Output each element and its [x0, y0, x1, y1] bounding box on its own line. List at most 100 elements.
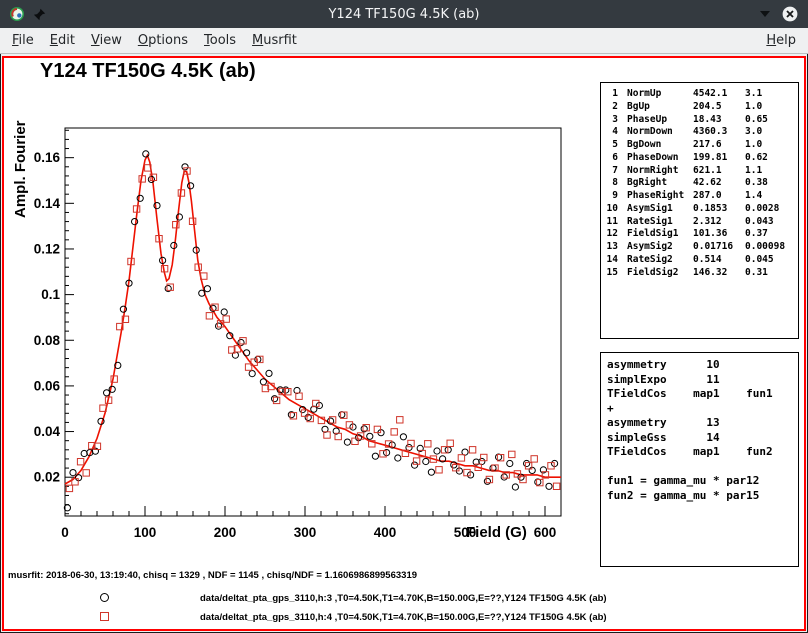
param-value: 4542.1 — [693, 88, 745, 101]
data-point-circle — [367, 433, 373, 439]
param-name: PhaseUp — [627, 114, 693, 127]
data-point-square — [206, 313, 212, 319]
menu-tools[interactable]: Tools — [196, 30, 244, 51]
legend-label: data/deltat_pta_gps_3110,h:3 ,T0=4.50K,T… — [200, 593, 607, 604]
theory-line: TFieldCos map1 fun2 — [607, 445, 792, 460]
param-name: AsymSig1 — [627, 203, 693, 216]
theory-line: asymmetry 10 — [607, 358, 792, 373]
param-no: 10 — [605, 203, 618, 216]
data-point-circle — [400, 434, 406, 440]
pin-icon[interactable] — [33, 8, 46, 21]
data-point-circle — [512, 484, 518, 490]
param-name: PhaseDown — [627, 152, 693, 165]
param-no: 1 — [605, 88, 618, 101]
data-point-circle — [546, 483, 552, 489]
data-point-circle — [238, 339, 244, 345]
data-point-square — [380, 451, 386, 457]
param-value: 0.1853 — [693, 203, 745, 216]
parameter-row: 14RateSig20.5140.045 — [605, 254, 794, 267]
param-value: 2.312 — [693, 216, 745, 229]
theory-line: simpleGss 14 — [607, 431, 792, 446]
data-point-square — [458, 455, 464, 461]
param-error: 0.38 — [745, 177, 794, 190]
param-name: NormDown — [627, 126, 693, 139]
param-name: BgUp — [627, 101, 693, 114]
param-value: 146.32 — [693, 267, 745, 280]
param-value: 287.0 — [693, 190, 745, 203]
x-tick-label: 500 — [454, 525, 477, 540]
param-value: 101.36 — [693, 228, 745, 241]
shade-chevron-icon[interactable] — [759, 10, 771, 18]
parameter-row: 6PhaseDown199.810.62 — [605, 152, 794, 165]
menu-file[interactable]: File — [4, 30, 42, 51]
param-name: PhaseRight — [627, 190, 693, 203]
param-error: 0.62 — [745, 152, 794, 165]
parameter-row: 2BgUp204.51.0 — [605, 101, 794, 114]
data-point-square — [447, 440, 453, 446]
data-point-circle — [344, 439, 350, 445]
param-value: 4360.3 — [693, 126, 745, 139]
parameter-row: 10AsymSig10.18530.0028 — [605, 203, 794, 216]
menu-help[interactable]: Help — [758, 30, 804, 51]
theory-line: fun1 = gamma_mu * par12 — [607, 474, 792, 489]
data-point-square — [83, 470, 89, 476]
param-name: FieldSig1 — [627, 228, 693, 241]
fit-line — [65, 155, 561, 484]
menubar: File Edit View Options Tools Musrfit Hel… — [0, 28, 808, 54]
app-icon — [9, 6, 25, 22]
data-point-circle — [412, 462, 418, 468]
x-tick-label: 0 — [61, 525, 69, 540]
parameter-row: 13AsymSig20.017160.00098 — [605, 241, 794, 254]
data-point-square — [397, 417, 403, 423]
close-icon[interactable] — [781, 5, 799, 23]
data-point-circle — [244, 350, 250, 356]
parameter-row: 1NormUp4542.13.1 — [605, 88, 794, 101]
y-tick-label: 0.08 — [34, 333, 61, 348]
theory-line: + — [607, 402, 792, 417]
param-error: 3.0 — [745, 126, 794, 139]
data-point-circle — [132, 219, 138, 225]
legend-row: data/deltat_pta_gps_3110,h:3 ,T0=4.50K,T… — [4, 591, 604, 606]
fit-info: musrfit: 2018-06-30, 13:19:40, chisq = 1… — [8, 570, 417, 581]
theory-line: simplExpo 11 — [607, 373, 792, 388]
param-error: 1.0 — [745, 139, 794, 152]
param-name: RateSig1 — [627, 216, 693, 229]
parameter-box[interactable]: 1NormUp4542.13.12BgUp204.51.03PhaseUp18.… — [600, 82, 799, 339]
titlebar[interactable]: Y124 TF150G 4.5K (ab) — [0, 0, 808, 28]
param-error: 1.4 — [745, 190, 794, 203]
param-error: 0.65 — [745, 114, 794, 127]
data-point-circle — [372, 453, 378, 459]
param-error: 3.1 — [745, 88, 794, 101]
root-canvas[interactable]: Y124 TF150G 4.5K (ab) Ampl. Fourier Fiel… — [2, 56, 806, 631]
menu-musrfit[interactable]: Musrfit — [244, 30, 305, 51]
data-point-circle — [395, 455, 401, 461]
param-name: AsymSig2 — [627, 241, 693, 254]
data-point-circle — [428, 469, 434, 475]
parameter-row: 5BgDown217.61.0 — [605, 139, 794, 152]
param-no: 7 — [605, 165, 618, 178]
param-value: 204.5 — [693, 101, 745, 114]
parameter-row: 3PhaseUp18.430.65 — [605, 114, 794, 127]
menu-edit[interactable]: Edit — [42, 30, 83, 51]
data-point-circle — [484, 478, 490, 484]
param-no: 14 — [605, 254, 618, 267]
param-no: 5 — [605, 139, 618, 152]
data-point-circle — [423, 458, 429, 464]
param-error: 0.37 — [745, 228, 794, 241]
param-no: 12 — [605, 228, 618, 241]
param-no: 11 — [605, 216, 618, 229]
plot-area[interactable]: 0.020.040.060.080.10.120.140.16010020030… — [4, 58, 600, 568]
data-point-square — [509, 451, 515, 457]
y-tick-label: 0.14 — [34, 196, 61, 211]
param-name: NormRight — [627, 165, 693, 178]
param-value: 217.6 — [693, 139, 745, 152]
y-tick-label: 0.02 — [34, 470, 60, 485]
param-no: 9 — [605, 190, 618, 203]
x-tick-label: 400 — [374, 525, 397, 540]
parameter-row: 9 PhaseRight287.01.4 — [605, 190, 794, 203]
menu-options[interactable]: Options — [130, 30, 196, 51]
theory-box[interactable]: asymmetry 10simplExpo 11 TFieldCos map1 f… — [600, 352, 799, 567]
param-value: 199.81 — [693, 152, 745, 165]
data-point-square — [77, 459, 83, 465]
menu-view[interactable]: View — [83, 30, 130, 51]
